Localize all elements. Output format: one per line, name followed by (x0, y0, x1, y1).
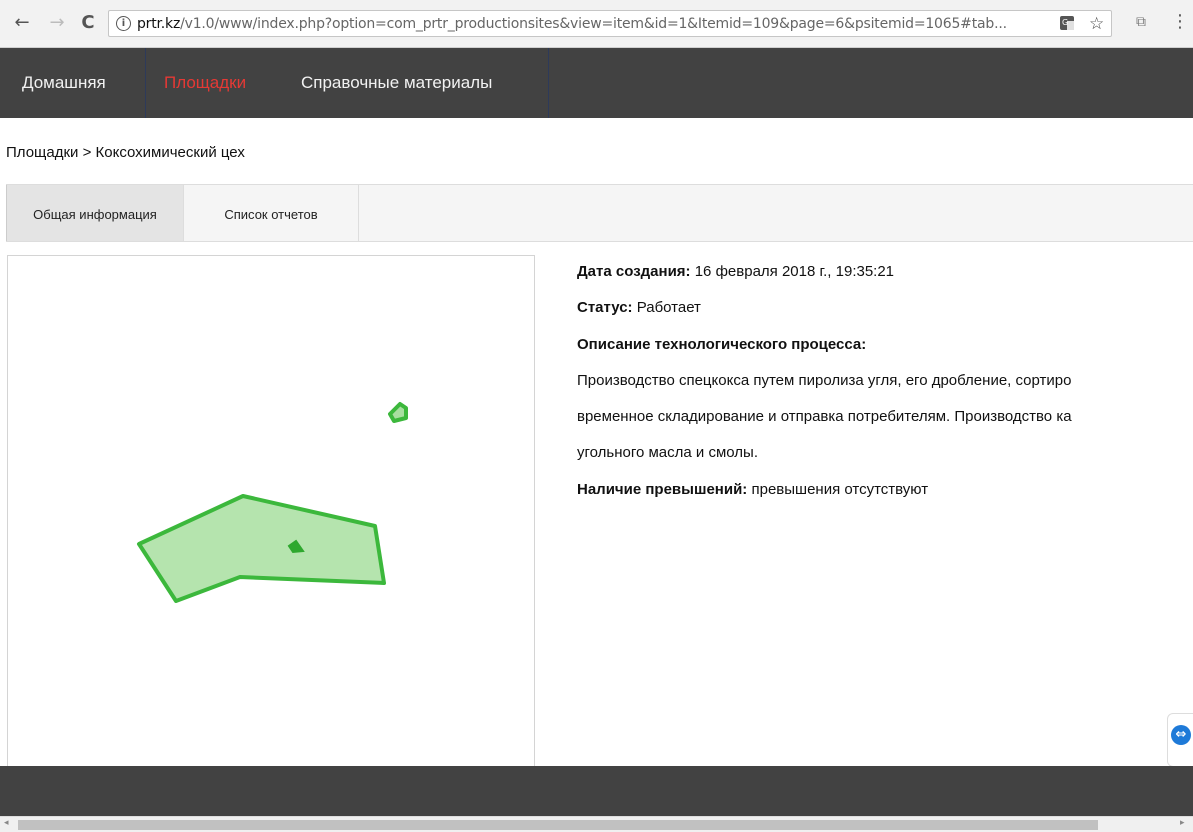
created-row: Дата создания: 16 февраля 2018 г., 19:35… (577, 263, 894, 280)
created-label: Дата создания: (577, 263, 691, 280)
url-text[interactable]: prtr.kz/v1.0/www/index.php?option=com_pr… (137, 15, 1057, 34)
tab-general-info[interactable]: Общая информация (6, 185, 184, 241)
status-value: Работает (636, 299, 701, 316)
translate-icon[interactable]: G (1059, 15, 1075, 37)
nav-divider (145, 48, 146, 118)
site-map[interactable] (7, 255, 535, 775)
excess-label: Наличие превышений: (577, 481, 748, 498)
description-line: временное складирование и отправка потре… (577, 408, 1072, 425)
description-line: Производство спецкокса путем пиролиза уг… (577, 372, 1072, 389)
nav-divider (548, 48, 549, 118)
status-row: Статус: Работает (577, 299, 701, 316)
main-navbar: Домашняя Площадки Справочные материалы (0, 48, 1193, 118)
forward-icon[interactable]: → (46, 12, 68, 34)
nav-item-sites[interactable]: Площадки (164, 48, 246, 118)
tab-bar: Общая информация Список отчетов (6, 184, 1193, 242)
browser-toolbar: ← → C i prtr.kz/v1.0/www/index.php?optio… (0, 0, 1193, 48)
nav-item-reference[interactable]: Справочные материалы (301, 48, 492, 118)
tab-report-list[interactable]: Список отчетов (184, 185, 359, 241)
nav-item-home[interactable]: Домашняя (22, 48, 106, 118)
horizontal-scrollbar[interactable]: ◂ ▸ (0, 816, 1193, 832)
site-polygon[interactable] (137, 494, 386, 603)
created-value: 16 февраля 2018 г., 19:35:21 (694, 263, 895, 280)
breadcrumb: Площадки > Коксохимический цех (6, 144, 245, 161)
address-bar[interactable]: i prtr.kz/v1.0/www/index.php?option=com_… (108, 10, 1112, 37)
site-marker-small[interactable] (388, 402, 408, 423)
info-icon[interactable]: i (116, 16, 131, 31)
page-footer (0, 766, 1193, 816)
url-path: /v1.0/www/index.php?option=com_prtr_prod… (180, 16, 1007, 32)
url-host: prtr.kz (137, 16, 181, 32)
description-line: угольного масла и смолы. (577, 444, 758, 461)
excess-value: превышения отсутствуют (751, 481, 929, 498)
scrollbar-thumb[interactable] (18, 820, 1098, 830)
map-canvas (137, 402, 408, 603)
menu-icon[interactable]: ⋮ (1171, 11, 1189, 32)
teamviewer-icon[interactable]: ⇔ (1171, 725, 1191, 745)
scroll-left-icon[interactable]: ◂ (4, 818, 9, 828)
excess-row: Наличие превышений: превышения отсутству… (577, 481, 928, 498)
extension-icon[interactable]: ⧉ (1136, 14, 1146, 30)
remote-support-widget[interactable]: ⇔ (1167, 713, 1193, 767)
status-label: Статус: (577, 299, 633, 316)
star-icon[interactable]: ☆ (1089, 15, 1104, 34)
reload-icon[interactable]: C (77, 12, 99, 34)
description-label: Описание технологического процесса: (577, 336, 867, 353)
svg-text:G: G (1062, 18, 1068, 27)
back-icon[interactable]: ← (11, 12, 33, 34)
scroll-right-icon[interactable]: ▸ (1180, 818, 1185, 828)
